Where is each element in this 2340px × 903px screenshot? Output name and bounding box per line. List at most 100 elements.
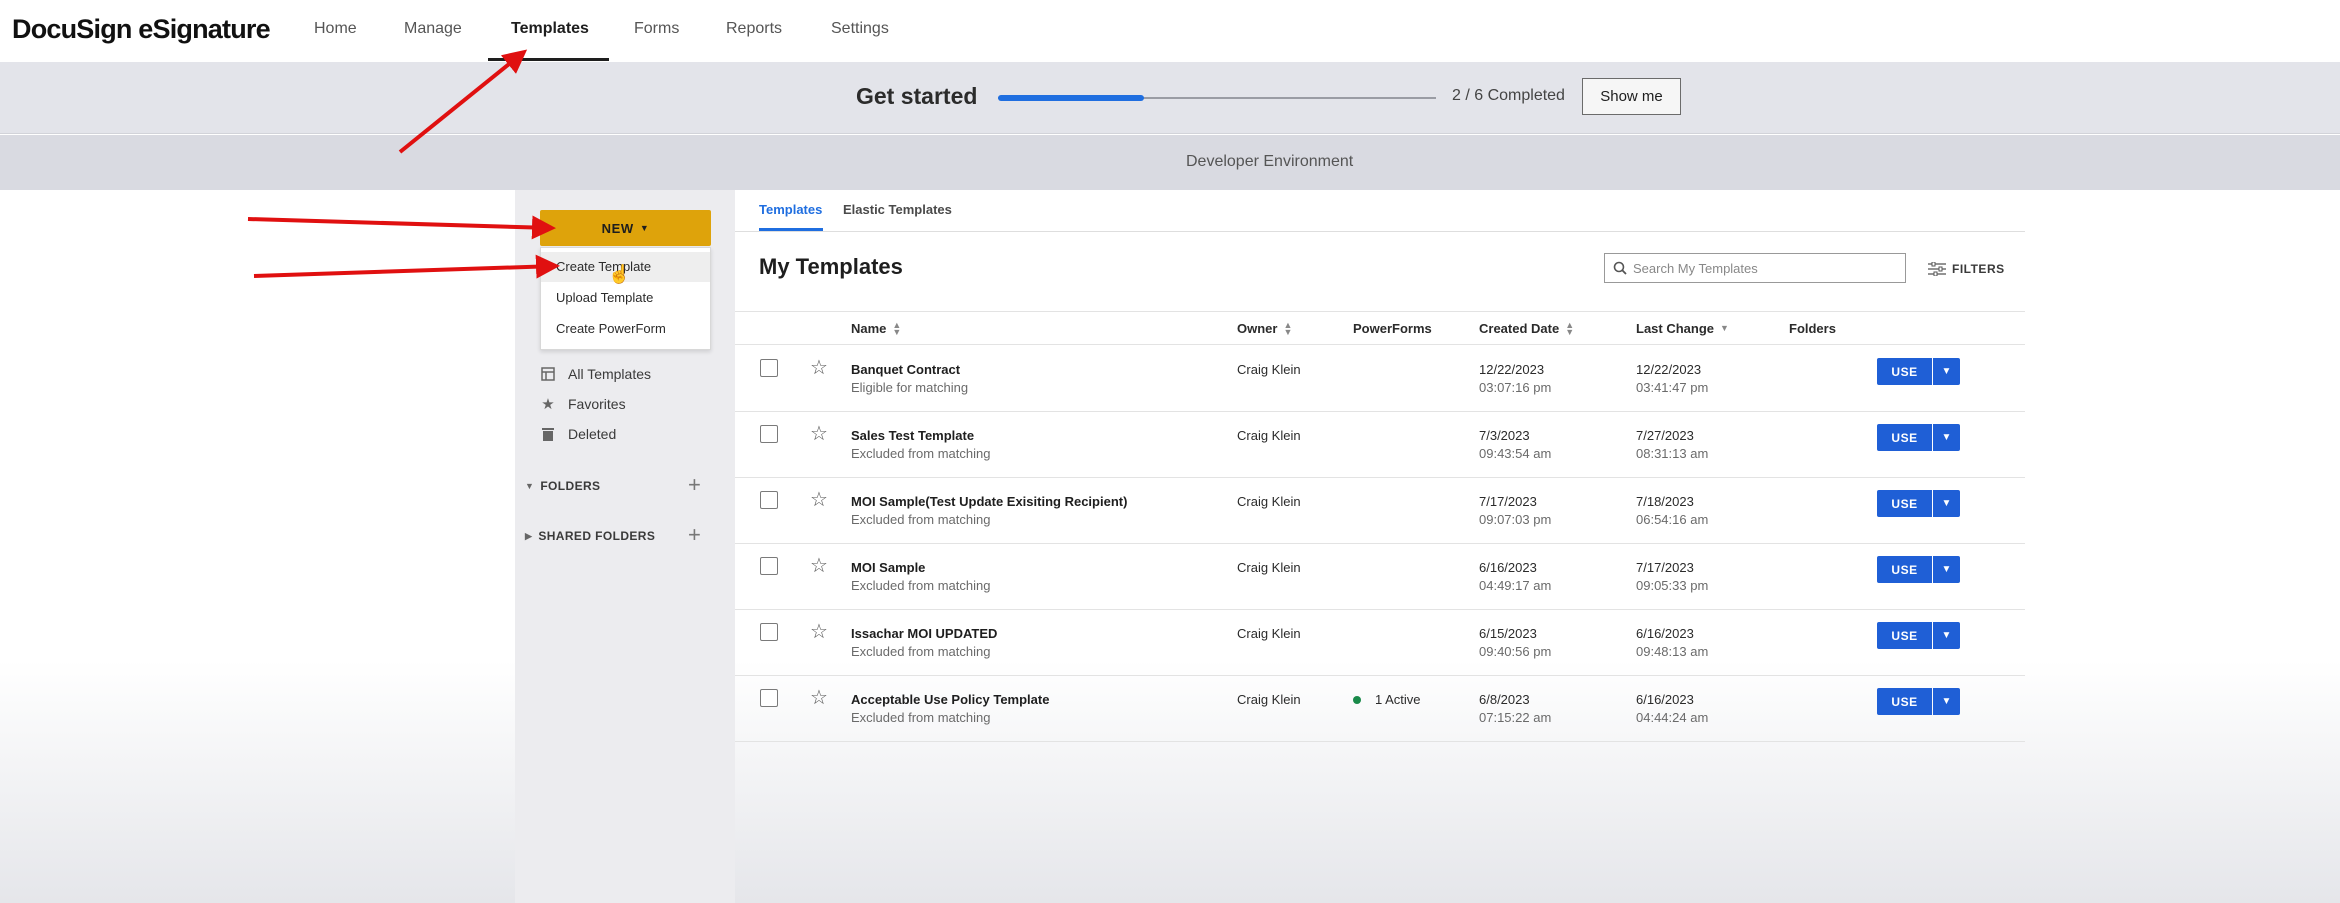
sidebar-item-favorites[interactable]: ★ Favorites bbox=[540, 396, 626, 413]
powerforms-status: 1 Active bbox=[1353, 692, 1421, 707]
sort-icon: ▲ ▼ bbox=[892, 319, 902, 337]
use-dropdown-caret-icon[interactable]: ▼ bbox=[1933, 490, 1960, 517]
use-button[interactable]: USE bbox=[1877, 688, 1932, 715]
template-name[interactable]: Sales Test Template bbox=[851, 428, 974, 443]
use-dropdown-caret-icon[interactable]: ▼ bbox=[1933, 688, 1960, 715]
created-date: 6/8/2023 bbox=[1479, 692, 1530, 707]
shared-folders-section[interactable]: ▶ SHARED FOLDERS bbox=[525, 529, 655, 543]
created-time: 09:43:54 am bbox=[1479, 446, 1552, 461]
add-shared-folder-icon[interactable]: + bbox=[688, 524, 701, 546]
hand-cursor-icon: ☝ bbox=[608, 264, 631, 284]
column-folders: Folders bbox=[1789, 321, 1836, 336]
table-row[interactable]: ☆ MOI Sample Excluded from matching Craig K… bbox=[735, 544, 2025, 610]
last-change-date: 12/22/2023 bbox=[1636, 362, 1702, 377]
sort-desc-icon: ▼ bbox=[1720, 323, 1729, 333]
row-checkbox[interactable] bbox=[760, 689, 778, 707]
sidebar-item-label: Favorites bbox=[568, 396, 626, 412]
get-started-title: Get started bbox=[856, 83, 978, 109]
nav-reports[interactable]: Reports bbox=[726, 20, 782, 38]
template-owner: Craig Klein bbox=[1237, 362, 1301, 377]
column-last-change[interactable]: Last Change ▼ bbox=[1636, 321, 1729, 336]
nav-templates[interactable]: Templates bbox=[511, 20, 589, 38]
template-status: Excluded from matching bbox=[851, 446, 991, 461]
table-row[interactable]: ☆ Banquet Contract Eligible for matching Cr… bbox=[735, 346, 2025, 412]
star-filled-icon: ★ bbox=[541, 396, 555, 413]
column-label: Created Date bbox=[1479, 321, 1560, 336]
template-name[interactable]: MOI Sample bbox=[851, 560, 925, 575]
nav-settings[interactable]: Settings bbox=[831, 20, 889, 38]
sort-icon: ▲ ▼ bbox=[1283, 319, 1293, 337]
created-date: 6/15/2023 bbox=[1479, 626, 1537, 641]
use-button[interactable]: USE bbox=[1877, 424, 1932, 451]
created-date: 12/22/2023 bbox=[1479, 362, 1545, 377]
folders-section[interactable]: ▼ FOLDERS bbox=[525, 479, 600, 493]
table-row[interactable]: ☆ MOI Sample(Test Update Exisiting Recipi… bbox=[735, 478, 2025, 544]
use-dropdown-caret-icon[interactable]: ▼ bbox=[1933, 556, 1960, 583]
sidebar-item-all-templates[interactable]: All Templates bbox=[540, 366, 651, 382]
active-dot-icon bbox=[1353, 695, 1361, 704]
search-input[interactable]: Search My Templates bbox=[1604, 253, 1906, 283]
row-checkbox[interactable] bbox=[760, 359, 778, 377]
search-placeholder: Search My Templates bbox=[1633, 260, 1758, 276]
use-button[interactable]: USE bbox=[1877, 358, 1932, 385]
column-name[interactable]: Name ▲ ▼ bbox=[851, 319, 902, 337]
star-outline-icon[interactable]: ☆ bbox=[810, 421, 828, 446]
template-name[interactable]: MOI Sample(Test Update Exisiting Recipie… bbox=[851, 494, 1127, 509]
star-outline-icon[interactable]: ☆ bbox=[810, 619, 828, 644]
table-row[interactable]: ☆ Acceptable Use Policy Template Excluded … bbox=[735, 676, 2025, 742]
column-powerforms: PowerForms bbox=[1353, 321, 1432, 336]
column-created-date[interactable]: Created Date ▲ ▼ bbox=[1479, 319, 1575, 337]
template-status: Excluded from matching bbox=[851, 578, 991, 593]
show-me-button[interactable]: Show me bbox=[1582, 78, 1681, 115]
use-dropdown-caret-icon[interactable]: ▼ bbox=[1933, 358, 1960, 385]
table-row[interactable]: ☆ Issachar MOI UPDATED Excluded from match… bbox=[735, 610, 2025, 676]
use-button[interactable]: USE bbox=[1877, 622, 1932, 649]
last-change-date: 6/16/2023 bbox=[1636, 692, 1694, 707]
use-dropdown-caret-icon[interactable]: ▼ bbox=[1933, 424, 1960, 451]
environment-label: Developer Environment bbox=[1186, 153, 1354, 170]
use-button[interactable]: USE bbox=[1877, 556, 1932, 583]
row-checkbox[interactable] bbox=[760, 557, 778, 575]
use-button[interactable]: USE bbox=[1877, 490, 1932, 517]
last-change-date: 7/17/2023 bbox=[1636, 560, 1694, 575]
template-name[interactable]: Issachar MOI UPDATED bbox=[851, 626, 997, 641]
star-outline-icon[interactable]: ☆ bbox=[810, 553, 828, 578]
powerforms-count: 1 Active bbox=[1375, 692, 1421, 707]
use-dropdown-caret-icon[interactable]: ▼ bbox=[1933, 622, 1960, 649]
last-change-date: 6/16/2023 bbox=[1636, 626, 1694, 641]
caret-right-icon: ▶ bbox=[525, 530, 533, 541]
template-name[interactable]: Acceptable Use Policy Template bbox=[851, 692, 1049, 707]
last-change-time: 09:48:13 am bbox=[1636, 644, 1709, 659]
menu-upload-template[interactable]: Upload Template bbox=[541, 283, 710, 313]
template-name[interactable]: Banquet Contract bbox=[851, 362, 960, 377]
nav-forms[interactable]: Forms bbox=[634, 20, 679, 38]
last-change-time: 04:44:24 am bbox=[1636, 710, 1709, 725]
new-button[interactable]: NEW ▼ bbox=[540, 210, 711, 246]
last-change-time: 06:54:16 am bbox=[1636, 512, 1709, 527]
star-outline-icon[interactable]: ☆ bbox=[810, 685, 828, 710]
row-checkbox[interactable] bbox=[760, 425, 778, 443]
sidebar-item-deleted[interactable]: Deleted bbox=[540, 426, 616, 442]
brand-logo[interactable]: DocuSign eSignature bbox=[12, 14, 271, 45]
tab-elastic-templates[interactable]: Elastic Templates bbox=[843, 202, 952, 217]
table-header: Name ▲ ▼ Owner ▲ ▼ PowerForms Created Date… bbox=[735, 311, 2025, 345]
menu-create-powerform[interactable]: Create PowerForm bbox=[541, 314, 710, 344]
star-outline-icon[interactable]: ☆ bbox=[810, 355, 828, 380]
nav-active-indicator bbox=[488, 58, 609, 61]
tab-templates[interactable]: Templates bbox=[759, 202, 822, 217]
sort-icon: ▲ ▼ bbox=[1565, 319, 1575, 337]
filters-button[interactable]: FILTERS bbox=[1928, 262, 2005, 276]
nav-home[interactable]: Home bbox=[314, 20, 357, 38]
row-checkbox[interactable] bbox=[760, 623, 778, 641]
nav-manage[interactable]: Manage bbox=[404, 20, 462, 38]
row-checkbox[interactable] bbox=[760, 491, 778, 509]
star-outline-icon[interactable]: ☆ bbox=[810, 487, 828, 512]
created-date: 7/3/2023 bbox=[1479, 428, 1530, 443]
column-owner[interactable]: Owner ▲ ▼ bbox=[1237, 319, 1293, 337]
add-folder-icon[interactable]: + bbox=[688, 474, 701, 496]
last-change-time: 03:41:47 pm bbox=[1636, 380, 1709, 395]
table-row[interactable]: ☆ Sales Test Template Excluded from matchi… bbox=[735, 412, 2025, 478]
template-icon bbox=[540, 366, 556, 382]
created-time: 07:15:22 am bbox=[1479, 710, 1552, 725]
template-owner: Craig Klein bbox=[1237, 560, 1301, 575]
